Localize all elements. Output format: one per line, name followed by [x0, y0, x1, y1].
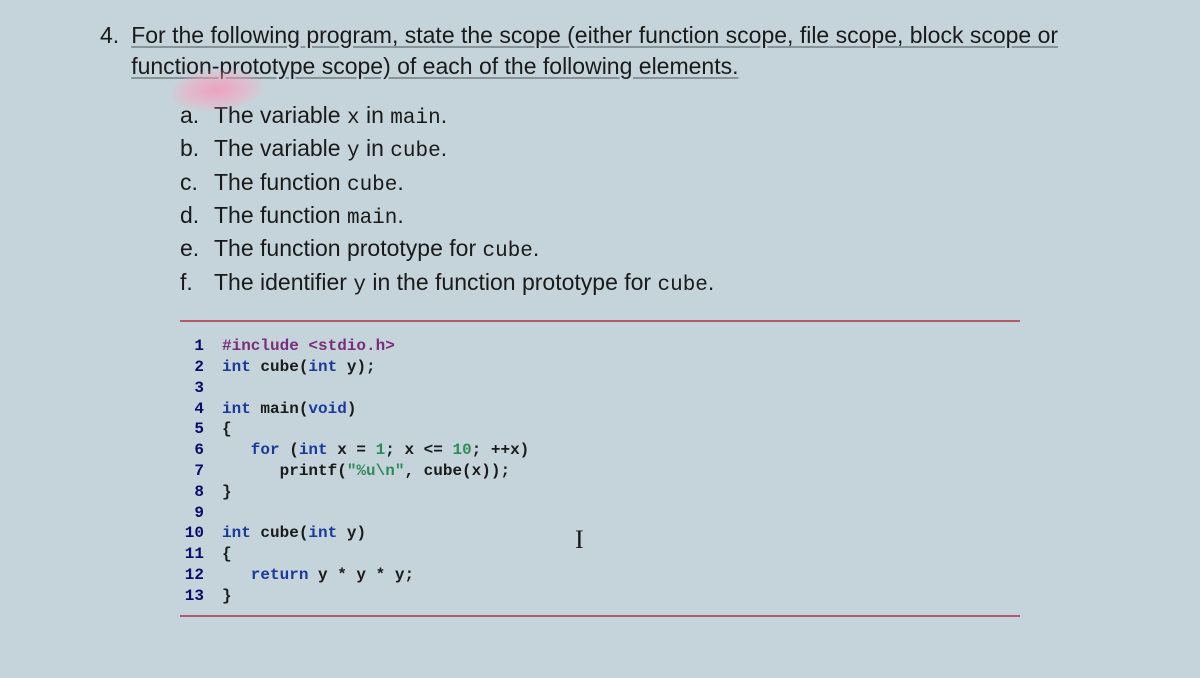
code-token: main [390, 107, 440, 130]
line-number: 7 [180, 461, 222, 482]
sub-question-list: a. The variable x in main. b. The variab… [180, 100, 1100, 300]
subitem-f: f. The identifier y in the function prot… [180, 267, 1100, 300]
line-number: 13 [180, 586, 222, 607]
code-token: y [347, 140, 360, 163]
line-number: 12 [180, 565, 222, 586]
code-line-7: 7 printf("%u\n", cube(x)); [180, 461, 1020, 482]
subitem-letter: e. [180, 233, 202, 266]
code-token: x [347, 107, 360, 130]
code-line-8: 8} [180, 482, 1020, 503]
code-line-6: 6 for (int x = 1; x <= 10; ++x) [180, 440, 1020, 461]
code-token: cube [390, 140, 440, 163]
code-line-4: 4int main(void) [180, 399, 1020, 420]
subitem-text: The variable x in main. [214, 100, 447, 133]
line-number: 11 [180, 544, 222, 565]
subitem-text: The function main. [214, 200, 404, 233]
macro-token: #include <stdio.h> [222, 336, 395, 357]
code-line-11: 11{ [180, 544, 1020, 565]
code-line-1: 1#include <stdio.h> [180, 336, 1020, 357]
line-number: 6 [180, 440, 222, 461]
code-token: main [347, 207, 397, 230]
subitem-e: e. The function prototype for cube. [180, 233, 1100, 266]
question-number: 4. [100, 20, 119, 82]
code-line-13: 13} [180, 586, 1020, 607]
subitem-letter: c. [180, 167, 202, 200]
line-number: 10 [180, 523, 222, 544]
line-number: 1 [180, 336, 222, 357]
code-token: cube [347, 174, 397, 197]
line-number: 2 [180, 357, 222, 378]
subitem-text: The function cube. [214, 167, 404, 200]
subitem-text: The function prototype for cube. [214, 233, 539, 266]
line-number: 5 [180, 419, 222, 440]
code-token: cube [483, 240, 533, 263]
question-text: For the following program, state the sco… [131, 20, 1100, 82]
code-listing: 1#include <stdio.h> 2int cube(int y); 3 … [180, 320, 1020, 616]
subitem-c: c. The function cube. [180, 167, 1100, 200]
subitem-a: a. The variable x in main. [180, 100, 1100, 133]
subitem-text: The identifier y in the function prototy… [214, 267, 714, 300]
code-line-9: 9 [180, 503, 1020, 524]
subitem-d: d. The function main. [180, 200, 1100, 233]
code-line-2: 2int cube(int y); [180, 357, 1020, 378]
subitem-letter: b. [180, 133, 202, 166]
line-number: 8 [180, 482, 222, 503]
subitem-b: b. The variable y in cube. [180, 133, 1100, 166]
code-token: cube [657, 274, 707, 297]
line-number: 9 [180, 503, 222, 524]
subitem-letter: d. [180, 200, 202, 233]
code-token: y [353, 274, 366, 297]
line-number: 3 [180, 378, 222, 399]
subitem-text: The variable y in cube. [214, 133, 447, 166]
code-line-10: 10int cube(int y) [180, 523, 1020, 544]
code-line-3: 3 [180, 378, 1020, 399]
line-number: 4 [180, 399, 222, 420]
code-line-5: 5{ [180, 419, 1020, 440]
subitem-letter: f. [180, 267, 202, 300]
code-line-12: 12 return y * y * y; [180, 565, 1020, 586]
